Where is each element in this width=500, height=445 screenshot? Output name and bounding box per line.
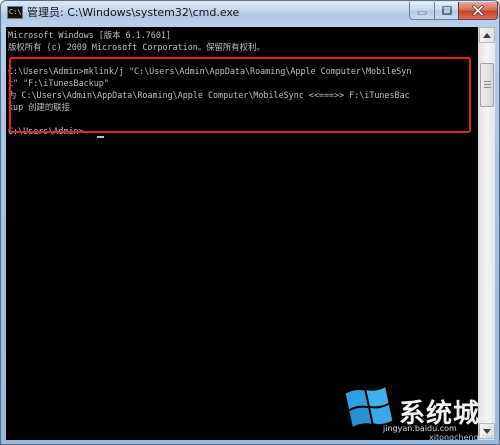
console-output[interactable]: Microsoft Windows [版本 6.1.7601] 版权所有 (c)… — [6, 27, 478, 440]
thumb-grip-line — [484, 84, 491, 85]
maximize-icon — [441, 6, 452, 15]
close-icon — [472, 5, 484, 16]
cmd-app-icon[interactable]: C:\ — [7, 6, 23, 19]
scroll-thumb[interactable] — [480, 63, 494, 107]
watermark-site-xitongcheng: xitongcheng.com — [429, 433, 499, 442]
console-line-version: Microsoft Windows [版本 6.1.7601] — [8, 30, 171, 40]
thumb-grip-line — [484, 81, 491, 82]
highlight-box — [9, 57, 471, 133]
minimize-icon — [417, 11, 427, 14]
title-bar[interactable]: C:\ 管理员: C:\Windows\system32\cmd.exe — [1, 1, 499, 25]
cmd-window: C:\ 管理员: C:\Windows\system32\cmd.exe Mic… — [0, 0, 500, 445]
minimize-button[interactable] — [409, 2, 435, 20]
window-title: 管理员: C:\Windows\system32\cmd.exe — [27, 6, 240, 19]
close-button[interactable] — [458, 2, 498, 20]
vertical-scrollbar[interactable] — [478, 27, 495, 440]
arrow-up-icon — [483, 32, 491, 38]
watermark: 系统城 jingyan.baidu.com xitongcheng.com — [331, 381, 499, 443]
scroll-up-button[interactable] — [479, 27, 495, 43]
console-line-copyright: 版权所有 (c) 2009 Microsoft Corporation。保留所有… — [8, 42, 265, 52]
text-cursor — [97, 136, 104, 138]
thumb-grip-line — [484, 87, 491, 88]
maximize-button[interactable] — [434, 2, 459, 20]
